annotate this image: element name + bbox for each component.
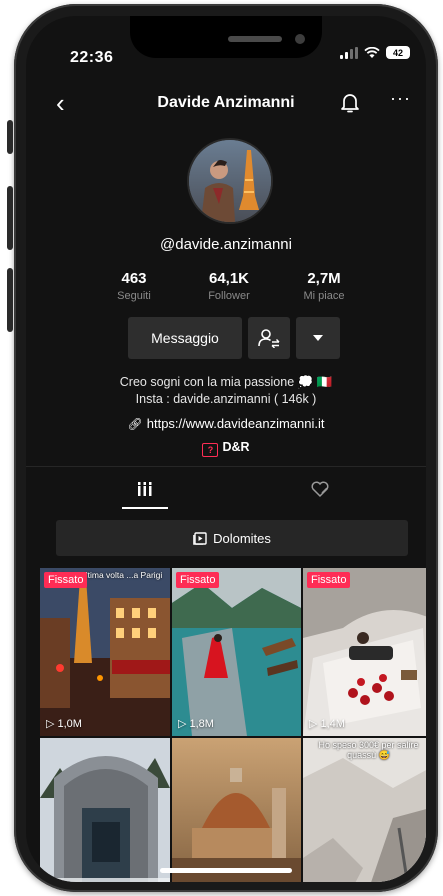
- view-count-value: 1,4M: [320, 717, 345, 730]
- suggested-dropdown-button[interactable]: [296, 317, 340, 359]
- video-thumbnail[interactable]: Fissato ▷ 1,4M: [303, 568, 426, 736]
- videos-grid-icon[interactable]: [137, 481, 153, 497]
- video-thumbnail[interactable]: [40, 738, 170, 882]
- action-buttons: Messaggio: [128, 317, 340, 359]
- caret-down-icon: [313, 335, 323, 341]
- pinned-badge: Fissato: [176, 572, 220, 588]
- page-title: Davide Anzimanni: [157, 94, 295, 111]
- playlist-label: Dolomites: [213, 530, 271, 546]
- front-camera: [295, 34, 305, 44]
- battery-icon: 42: [386, 46, 410, 59]
- side-button: [7, 120, 13, 154]
- home-indicator[interactable]: [160, 868, 292, 873]
- pinned-badge: Fissato: [307, 572, 351, 588]
- avatar[interactable]: [187, 138, 273, 224]
- stat-value: 463: [121, 270, 147, 287]
- view-count: ▷ 1,0M: [46, 717, 82, 731]
- wifi-icon: [364, 46, 380, 58]
- video-thumbnail[interactable]: Ho speso 300€ per salire quassù 😅: [303, 738, 426, 882]
- stat-value: 2,7M: [307, 270, 341, 287]
- view-count-value: 1,0M: [57, 717, 82, 730]
- thumbnail-image: [303, 568, 426, 736]
- qa-icon: ?: [202, 443, 219, 457]
- qa-entry[interactable]: ? D&R: [26, 440, 426, 457]
- username: @davide.anzimanni: [160, 236, 292, 253]
- status-icons: 42: [340, 46, 410, 59]
- view-count: ▷ 1,8M: [178, 717, 214, 731]
- video-thumbnail[interactable]: Sabato ultima volta ...a Parigi Fissato …: [40, 568, 170, 736]
- header: ‹ Davide Anzimanni ···: [26, 86, 426, 126]
- pinned-badge: Fissato: [44, 572, 88, 588]
- active-tab-indicator: [122, 507, 168, 509]
- stat-following[interactable]: 463 Seguiti: [94, 270, 174, 302]
- bell-icon[interactable]: [340, 92, 360, 114]
- playlist-dolomites[interactable]: Dolomites: [56, 520, 408, 556]
- follow-toggle-button[interactable]: [248, 317, 290, 359]
- play-icon: ▷: [309, 718, 318, 730]
- profile-link[interactable]: 🔗︎ https://www.davideanzimanni.it: [26, 416, 426, 431]
- stat-label: Seguiti: [117, 290, 151, 302]
- play-icon: ▷: [178, 718, 187, 730]
- status-time: 22:36: [70, 49, 114, 66]
- volume-down-button: [7, 268, 13, 332]
- video-grid: Sabato ultima volta ...a Parigi Fissato …: [40, 568, 426, 882]
- playlist-icon: [193, 532, 207, 545]
- video-thumbnail[interactable]: Fissato ▷ 1,8M: [172, 568, 301, 736]
- volume-up-button: [7, 186, 13, 250]
- screen: 22:36 42 ‹ Davide Anzimanni ··· @davide.…: [26, 16, 426, 882]
- video-caption: Ho speso 300€ per salire quassù 😅: [318, 740, 419, 760]
- liked-videos-icon[interactable]: [310, 480, 330, 498]
- speaker: [228, 36, 282, 42]
- stat-likes[interactable]: 2,7M Mi piace: [284, 270, 364, 302]
- play-icon: ▷: [46, 718, 55, 730]
- user-switch-icon: [258, 329, 280, 348]
- video-thumbnail[interactable]: [172, 738, 301, 882]
- profile-stats: 463 Seguiti 64,1K Follower 2,7M Mi piace: [94, 270, 364, 302]
- thumbnail-image: [172, 738, 301, 882]
- link-text: https://www.davideanzimanni.it: [146, 416, 325, 431]
- view-count-value: 1,8M: [189, 717, 214, 730]
- thumbnail-image: [40, 568, 170, 736]
- bio-line: Insta : davide.anzimanni ( 146k ): [135, 392, 317, 406]
- stat-followers[interactable]: 64,1K Follower: [189, 270, 269, 302]
- profile-tabs: [26, 466, 426, 511]
- qa-label: D&R: [222, 440, 250, 454]
- stat-label: Mi piace: [303, 290, 345, 302]
- message-button[interactable]: Messaggio: [128, 317, 242, 359]
- link-icon: 🔗︎: [127, 417, 143, 431]
- more-icon[interactable]: ···: [390, 88, 411, 109]
- notch: [130, 16, 322, 58]
- bio-line: Creo sogni con la mia passione 💭 🇮🇹: [119, 375, 333, 389]
- stat-label: Follower: [208, 290, 250, 302]
- thumbnail-image: [40, 738, 170, 882]
- thumbnail-image: [172, 568, 301, 736]
- signal-icon: [340, 46, 358, 59]
- view-count: ▷ 1,4M: [309, 717, 345, 731]
- stat-value: 64,1K: [208, 270, 250, 287]
- bio: Creo sogni con la mia passione 💭 🇮🇹 Inst…: [26, 374, 426, 408]
